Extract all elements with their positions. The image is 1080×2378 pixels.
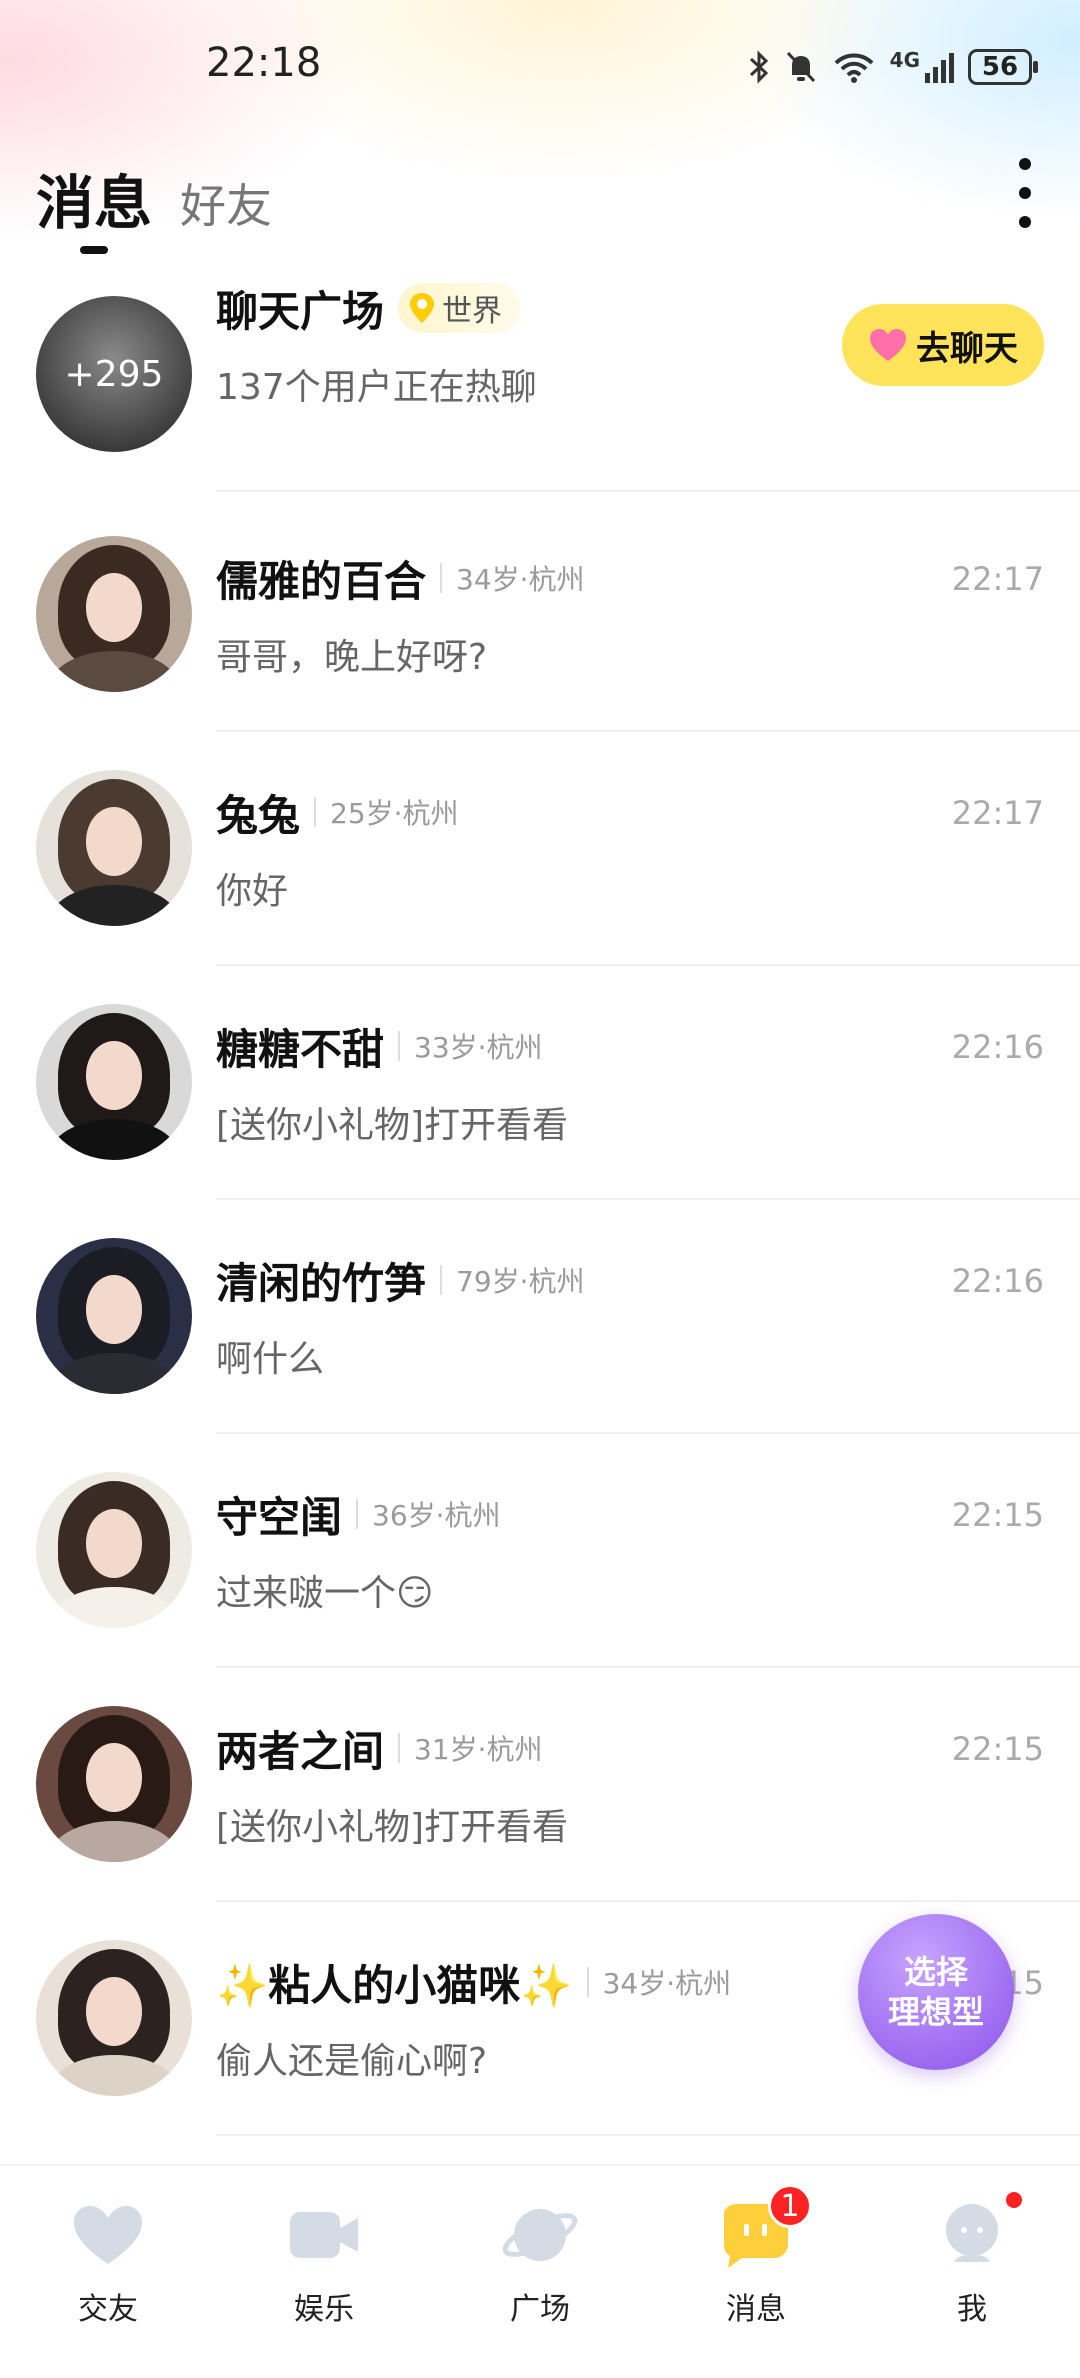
contact-name: 糖糖不甜: [216, 1024, 385, 1074]
cell-signal-icon: [925, 53, 954, 83]
location-pin-icon: [410, 293, 435, 323]
video-camera-icon: [284, 2200, 364, 2270]
name-line: ✨粘人的小猫咪✨ 34岁·杭州: [216, 1952, 731, 2012]
message-time: 22:17: [951, 560, 1044, 598]
conversation-row[interactable]: 清闲的竹笋 79岁·杭州 22:16 啊什么: [0, 1200, 1080, 1434]
message-preview: 偷人还是偷心啊?: [216, 2041, 488, 2082]
nav-item-make-friends[interactable]: 交友: [28, 2200, 188, 2340]
go-chat-label: 去聊天: [916, 328, 1018, 369]
contact-meta: 25岁·杭州: [330, 797, 459, 830]
network-type-label: 4G: [889, 48, 920, 72]
avatar: [36, 536, 192, 692]
status-time: 22:18: [206, 40, 322, 86]
status-icons: 4G 56: [748, 42, 1038, 92]
plaza-name: 聊天广场: [216, 286, 385, 336]
unread-badge: 1: [768, 2184, 812, 2228]
choose-ideal-type-button[interactable]: 选择 理想型: [858, 1914, 1014, 2070]
avatar: [36, 1706, 192, 1862]
nav-label: 娱乐: [294, 2292, 354, 2327]
message-time: 22:16: [951, 1262, 1044, 1300]
heart-icon: [68, 2200, 148, 2270]
active-tab-indicator: [80, 246, 108, 254]
contact-meta: 34岁·杭州: [456, 563, 585, 596]
notification-dot: [1006, 2192, 1022, 2208]
contact-meta: 34岁·杭州: [602, 1967, 732, 2000]
plaza-online-count: +295: [64, 353, 164, 395]
conversation-row[interactable]: 糖糖不甜 33岁·杭州 22:16 [送你小礼物]打开看看: [0, 966, 1080, 1200]
location-badge: 世界: [398, 283, 521, 333]
contact-name: 守空闺: [216, 1492, 343, 1542]
nav-label: 我: [957, 2292, 987, 2327]
avatar: [36, 1238, 192, 1394]
message-time: 22:17: [951, 794, 1044, 832]
nav-item-messages[interactable]: 1 消息: [676, 2184, 836, 2340]
tab-friends[interactable]: 好友: [180, 170, 272, 236]
conversation-row[interactable]: 守空闺 36岁·杭州 22:15 过来啵一个😏: [0, 1434, 1080, 1668]
message-preview: 过来啵一个😏: [216, 1573, 434, 1614]
avatar: [36, 1004, 192, 1160]
nav-label: 交友: [78, 2292, 138, 2327]
name-line: 清闲的竹笋 79岁·杭州: [216, 1250, 585, 1310]
nav-item-plaza[interactable]: 广场: [460, 2200, 620, 2340]
conversation-row[interactable]: 两者之间 31岁·杭州 22:15 [送你小礼物]打开看看: [0, 1668, 1080, 1902]
chat-bubble-icon: 1: [716, 2184, 812, 2270]
message-preview: 你好: [216, 871, 289, 912]
message-time: 22:15: [951, 1730, 1044, 1768]
bottom-navigation: 交友 娱乐 广场 1 消息 我: [0, 2164, 1080, 2378]
conversation-row[interactable]: 兔兔 25岁·杭州 22:17 你好: [0, 732, 1080, 966]
bluetooth-icon: [749, 50, 768, 84]
plaza-title-line: 聊天广场 世界: [216, 278, 521, 338]
contact-meta: 36岁·杭州: [372, 1499, 501, 1532]
chat-plaza-avatar: +295: [36, 296, 192, 452]
avatar: [36, 1472, 192, 1628]
contact-name: ✨粘人的小猫咪✨: [216, 1960, 573, 2010]
location-label: 世界: [442, 294, 503, 329]
contact-meta: 79岁·杭州: [456, 1265, 585, 1298]
name-line: 兔兔 25岁·杭州: [216, 782, 459, 842]
planet-icon: [500, 2200, 580, 2270]
contact-meta: 33岁·杭州: [414, 1031, 543, 1064]
message-preview: [送你小礼物]打开看看: [216, 1807, 569, 1848]
name-line: 糖糖不甜 33岁·杭州: [216, 1016, 543, 1076]
battery-level: 56: [981, 52, 1019, 82]
name-line: 儒雅的百合 34岁·杭州: [216, 548, 585, 608]
nav-item-entertainment[interactable]: 娱乐: [244, 2200, 404, 2340]
message-preview: 啊什么: [216, 1339, 325, 1380]
contact-name: 儒雅的百合: [216, 556, 427, 606]
plaza-subtitle: 137个用户正在热聊: [216, 367, 537, 408]
contact-meta: 31岁·杭州: [414, 1733, 543, 1766]
heart-icon: [870, 329, 906, 361]
message-time: 22:15: [951, 1496, 1044, 1534]
nav-label: 消息: [726, 2292, 786, 2327]
nav-item-me[interactable]: 我: [892, 2192, 1052, 2340]
contact-name: 两者之间: [216, 1726, 385, 1776]
header: 消息 好友: [0, 150, 1080, 260]
more-options-button[interactable]: [1010, 158, 1040, 228]
message-preview: [送你小礼物]打开看看: [216, 1105, 569, 1146]
conversation-row[interactable]: 儒雅的百合 34岁·杭州 22:17 哥哥，晚上好呀?: [0, 498, 1080, 732]
float-button-line1: 选择: [903, 1953, 968, 1991]
tab-messages[interactable]: 消息: [36, 156, 152, 240]
chat-plaza-row[interactable]: +295 聊天广场 世界 137个用户正在热聊 去聊天: [0, 258, 1080, 492]
float-button-line2: 理想型: [887, 1993, 984, 2031]
contact-name: 清闲的竹笋: [216, 1258, 427, 1308]
battery-indicator: 56: [968, 49, 1038, 85]
go-chat-button[interactable]: 去聊天: [842, 304, 1044, 386]
bell-muted-icon: [786, 51, 815, 83]
avatar: [36, 770, 192, 926]
avatar: [36, 1940, 192, 2096]
name-line: 守空闺 36岁·杭州: [216, 1484, 501, 1544]
row-divider: [216, 490, 1080, 492]
name-line: 两者之间 31岁·杭州: [216, 1718, 543, 1778]
contact-name: 兔兔: [216, 790, 301, 840]
profile-icon: [932, 2192, 1022, 2270]
message-preview: 哥哥，晚上好呀?: [216, 637, 488, 678]
status-bar: 22:18 4G 56: [0, 0, 1080, 140]
nav-label: 广场: [510, 2292, 570, 2327]
wifi-icon: [834, 53, 874, 83]
message-time: 22:16: [951, 1028, 1044, 1066]
